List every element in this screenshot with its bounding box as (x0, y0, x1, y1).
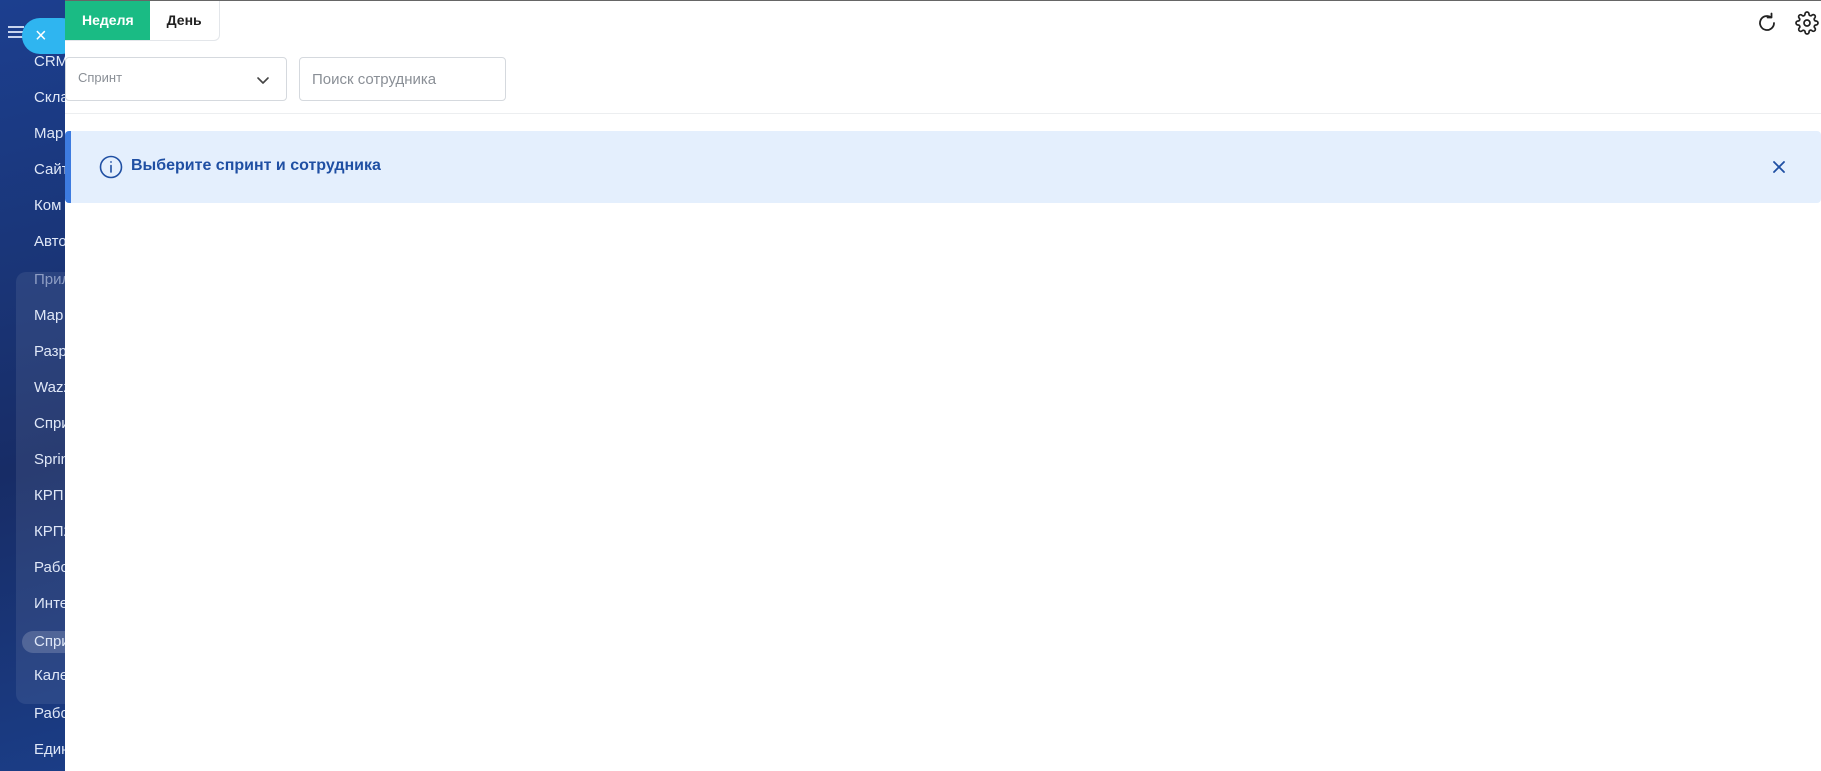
header-divider (65, 113, 1821, 114)
chevron-down-icon (257, 77, 269, 84)
sidebar-item[interactable]: Sprin (34, 451, 69, 469)
sidebar-item[interactable]: Рабо (34, 559, 69, 577)
info-alert: Выберите спринт и сотрудника (65, 131, 1821, 203)
sidebar-item[interactable]: КРП (34, 487, 64, 505)
slider-panel: Неделя День Спринт Поиск сотрудника Выбе… (65, 0, 1821, 771)
info-icon (99, 155, 123, 179)
background-sidebar: CRM Скла Мар Сайт Ком Авто Прил Мар Разр Wazz Спри… (0, 0, 70, 771)
tab-week[interactable]: Неделя (65, 1, 150, 40)
sidebar-item[interactable]: Инте (34, 595, 68, 613)
gear-icon (1795, 11, 1819, 35)
refresh-icon (1759, 12, 1775, 31)
sprint-select-value: Спринт (78, 70, 123, 85)
sidebar-item[interactable]: Скла (34, 89, 69, 107)
alert-close-button[interactable] (1771, 159, 1787, 175)
sidebar-item[interactable]: Мар (34, 307, 63, 325)
settings-button[interactable] (1793, 9, 1821, 37)
filters-bar: Спринт (65, 57, 506, 101)
top-actions (1753, 9, 1821, 37)
refresh-button[interactable] (1753, 9, 1781, 37)
close-icon: × (35, 25, 47, 47)
sidebar-item[interactable]: CRM (34, 53, 68, 71)
alert-message: Выберите спринт и сотрудника (131, 157, 381, 174)
sprint-select[interactable]: Спринт (65, 57, 287, 101)
sidebar-item[interactable]: Ком (34, 197, 61, 215)
sidebar-item[interactable]: Сайт (34, 161, 69, 179)
view-tabs: Неделя День (65, 1, 220, 41)
sidebar-item[interactable]: Рабо (34, 705, 69, 723)
sidebar-item[interactable]: Мар (34, 125, 63, 143)
sidebar-item[interactable]: Разр (34, 343, 67, 361)
sidebar-item[interactable]: Спри (22, 631, 70, 653)
sidebar-item[interactable]: Авто (34, 233, 67, 251)
sidebar-item[interactable]: Кале (34, 667, 68, 685)
tab-day[interactable]: День (150, 1, 219, 40)
employee-search-input[interactable] (299, 57, 506, 101)
